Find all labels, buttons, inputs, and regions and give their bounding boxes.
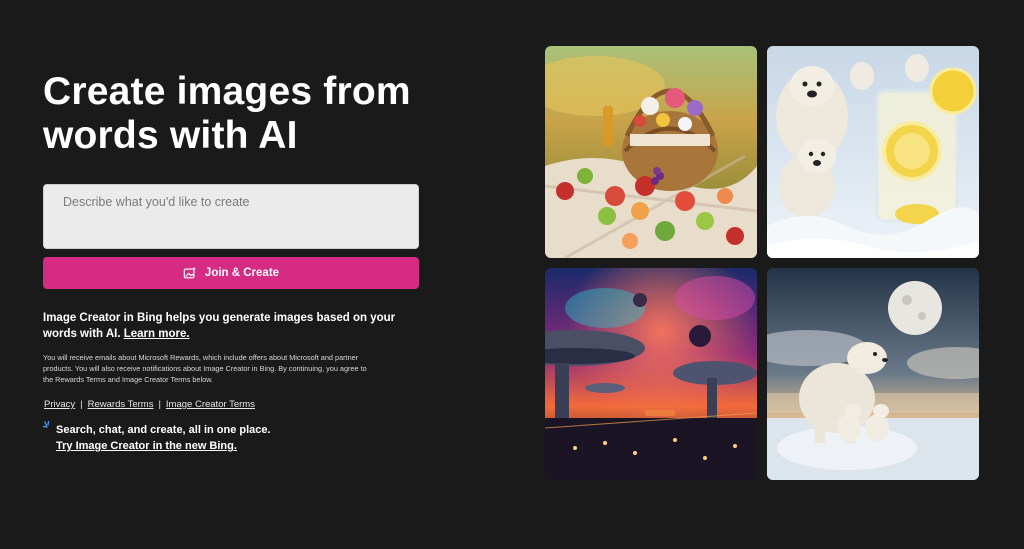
try-new-bing-link[interactable]: Try Image Creator in the new Bing.: [56, 440, 237, 452]
prompt-input[interactable]: [43, 184, 419, 249]
hero-section: Create images from words with AI Join & …: [43, 70, 419, 454]
privacy-link[interactable]: Privacy: [44, 399, 75, 410]
join-button-label: Join & Create: [204, 267, 280, 279]
polar-bears-moon-image[interactable]: [767, 268, 979, 480]
image-sparkle-icon: [183, 266, 197, 279]
image-creator-terms-link[interactable]: Image Creator Terms: [166, 399, 255, 410]
learn-more-link[interactable]: Learn more.: [124, 328, 190, 340]
sparkle-icon: [43, 421, 50, 428]
link-separator: |: [158, 399, 161, 410]
title-line-1: Create images from: [43, 70, 411, 113]
page-title: Create images from words with AI: [43, 70, 419, 158]
space-city-nebula-image[interactable]: [545, 268, 757, 480]
rewards-terms-link[interactable]: Rewards Terms: [88, 399, 154, 410]
fine-print: You will receive emails about Microsoft …: [43, 353, 367, 384]
join-and-create-button[interactable]: Join & Create: [43, 257, 419, 289]
new-bing-promo: Search, chat, and create, all in one pla…: [43, 421, 419, 454]
title-line-2: words with AI: [43, 114, 298, 157]
footer-links: Privacy | Rewards Terms | Image Creator Term…: [43, 399, 419, 410]
picnic-basket-image[interactable]: [545, 46, 757, 258]
promo-text: Search, chat, and create, all in one pla…: [56, 424, 271, 436]
link-separator: |: [80, 399, 83, 410]
polar-bears-lemonade-image[interactable]: [767, 46, 979, 258]
description: Image Creator in Bing helps you generate…: [43, 310, 419, 342]
description-text: Image Creator in Bing helps you generate…: [43, 312, 396, 340]
